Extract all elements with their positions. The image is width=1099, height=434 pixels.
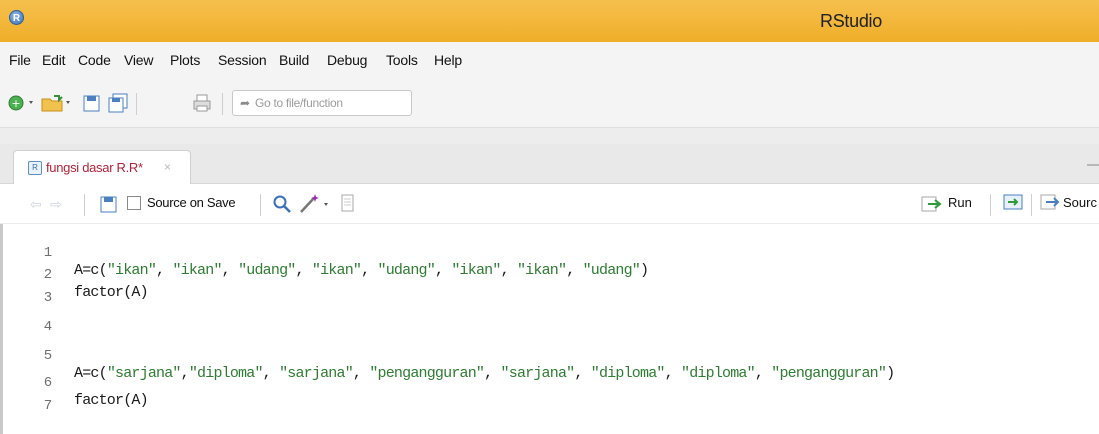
source-icon[interactable] xyxy=(1039,193,1063,213)
go-to-file-input[interactable]: ➦ Go to file/function xyxy=(232,90,412,116)
code-line: 5 A=c("sarjana","diploma", "sarjana", "p… xyxy=(0,331,895,382)
toolbar-separator xyxy=(222,93,223,115)
source-on-save-label: Source on Save xyxy=(147,195,236,210)
toolbar-separator xyxy=(84,194,85,216)
toolbar-separator xyxy=(136,93,137,115)
code-text: factor(A) xyxy=(74,284,149,301)
code-line: 2 factor(A) xyxy=(0,250,149,301)
back-arrow-icon[interactable]: ⇦ xyxy=(30,196,42,213)
print-icon[interactable] xyxy=(192,93,212,113)
line-number: 5 xyxy=(43,348,52,364)
code-text: factor(A) xyxy=(74,392,149,409)
close-icon[interactable]: × xyxy=(164,160,171,174)
code-text: A=c("ikan", "ikan", "udang", "ikan", "ud… xyxy=(74,262,649,279)
r-logo-icon: R xyxy=(9,10,24,25)
new-file-icon[interactable]: + xyxy=(8,93,38,113)
code-line: 4 xyxy=(0,302,52,335)
svg-text:+: + xyxy=(11,97,20,110)
menu-help[interactable]: Help xyxy=(434,52,462,68)
menu-session[interactable]: Session xyxy=(218,52,267,68)
forward-arrow-icon[interactable]: ⇨ xyxy=(50,196,62,213)
menu-debug[interactable]: Debug xyxy=(327,52,367,68)
code-editor[interactable]: 1 A=c("ikan", "ikan", "udang", "ikan", "… xyxy=(0,224,1099,434)
menu-edit[interactable]: Edit xyxy=(42,52,66,68)
line-number: 6 xyxy=(43,375,52,391)
save-icon[interactable] xyxy=(100,196,118,214)
toolbar-separator xyxy=(990,194,991,216)
search-icon[interactable] xyxy=(272,194,292,214)
line-number: 1 xyxy=(43,245,52,261)
run-button-label[interactable]: Run xyxy=(948,195,972,210)
title-bar: R RStudio xyxy=(0,0,1099,42)
run-icon[interactable] xyxy=(920,192,946,216)
pane-gap xyxy=(0,128,1099,144)
menu-view[interactable]: View xyxy=(124,52,153,68)
open-folder-icon[interactable] xyxy=(40,93,74,113)
editor-toolbar: ⇦ ⇨ Source on Save Run Sourc xyxy=(0,184,1099,224)
menu-code[interactable]: Code xyxy=(78,52,111,68)
window-title: RStudio xyxy=(820,11,882,31)
go-to-file-placeholder: Go to file/function xyxy=(255,96,343,110)
menu-bar: File Edit Code View Plots Session Build … xyxy=(0,42,1099,80)
toolbar-separator xyxy=(1031,194,1032,216)
code-text: A=c("sarjana","diploma", "sarjana", "pen… xyxy=(74,365,895,382)
line-number: 7 xyxy=(43,398,52,414)
code-line: 1 A=c("ikan", "ikan", "udang", "ikan", "… xyxy=(0,228,649,279)
compile-report-icon[interactable] xyxy=(340,194,356,214)
source-on-save-checkbox[interactable] xyxy=(127,196,141,210)
source-button-label[interactable]: Sourc xyxy=(1063,195,1097,210)
magic-wand-icon[interactable] xyxy=(298,192,330,214)
code-line: 3 xyxy=(0,273,52,306)
collapse-pane-icon[interactable] xyxy=(1087,164,1099,170)
menu-tools[interactable]: Tools xyxy=(386,52,418,68)
tab-fungsi-dasar[interactable]: R fungsi dasar R.R* × xyxy=(13,150,191,185)
line-number: 4 xyxy=(43,319,52,335)
editor-tab-strip: R fungsi dasar R.R* × xyxy=(0,144,1099,185)
menu-plots[interactable]: Plots xyxy=(170,52,200,68)
code-line: 7 xyxy=(0,381,52,414)
main-toolbar: + ➦ Go to file/function xyxy=(0,80,1099,128)
menu-file[interactable]: File xyxy=(9,52,31,68)
save-all-icon[interactable] xyxy=(108,93,130,113)
line-number: 2 xyxy=(43,267,52,283)
arrow-icon: ➦ xyxy=(240,96,251,110)
menu-build[interactable]: Build xyxy=(279,52,309,68)
save-icon[interactable] xyxy=(82,93,102,113)
r-file-icon: R xyxy=(28,161,42,175)
toolbar-separator xyxy=(260,194,261,216)
line-number: 3 xyxy=(43,290,52,306)
tab-label: fungsi dasar R.R* xyxy=(46,160,143,175)
re-run-icon[interactable] xyxy=(1003,193,1025,213)
code-line: 6 factor(A) xyxy=(0,358,149,409)
